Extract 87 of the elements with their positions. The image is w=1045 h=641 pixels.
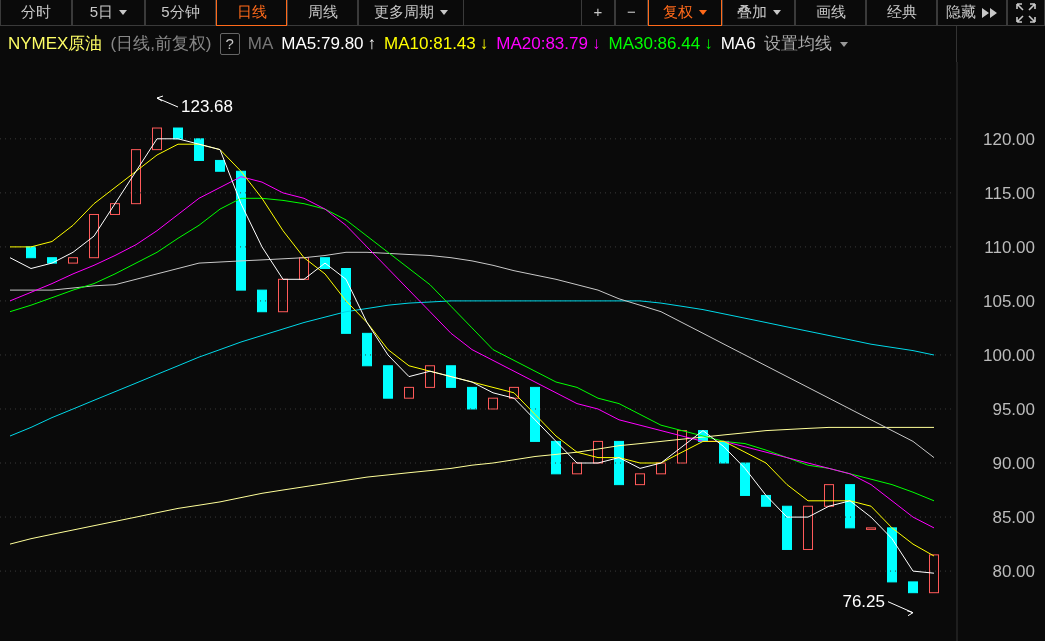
caret-icon	[839, 41, 848, 47]
period-tab[interactable]: 日线	[216, 0, 287, 26]
axis-label: 115.00	[984, 183, 1035, 203]
period-tab[interactable]: 分时	[0, 0, 72, 26]
annotation: 123.68	[181, 97, 233, 117]
candlestick	[320, 257, 330, 269]
candlestick	[740, 462, 750, 496]
chart-title: NYMEX原油	[8, 33, 103, 56]
candlestick	[614, 440, 624, 486]
double-chevron-icon	[982, 7, 998, 18]
ma-settings-dropdown[interactable]: 设置均线	[763, 31, 848, 57]
toolbar-button[interactable]: 复权	[648, 0, 722, 26]
candlestick	[593, 440, 603, 464]
candlestick	[845, 484, 855, 529]
candlestick	[677, 430, 687, 464]
trend-arrow: ↓	[591, 33, 601, 56]
candlestick	[173, 127, 183, 140]
candlestick	[341, 268, 351, 334]
candlestick	[509, 386, 519, 399]
axis-label: 85.00	[992, 508, 1035, 528]
toolbar-button[interactable]: 叠加	[722, 0, 795, 26]
candlestick	[824, 484, 834, 507]
ma-value: MA6	[720, 33, 756, 56]
candlestick	[131, 149, 141, 205]
candlestick	[761, 494, 771, 507]
candlestick	[194, 138, 204, 161]
candlestick	[89, 214, 99, 259]
candlestick	[488, 397, 498, 410]
period-tab[interactable]: 5日	[72, 0, 145, 26]
toolbar-button[interactable]	[1007, 0, 1045, 26]
candlestick	[257, 289, 267, 313]
candlestick	[299, 257, 309, 280]
candlestick	[866, 527, 876, 530]
ma-value: MA20:83.79	[496, 33, 588, 56]
toolbar-button[interactable]: +	[581, 0, 615, 26]
candlestick	[362, 332, 372, 367]
candlestick	[656, 462, 666, 475]
trend-arrow: ↓	[704, 33, 713, 56]
candlestick	[908, 581, 918, 594]
axis-label: 110.00	[984, 237, 1035, 257]
candlestick	[446, 365, 456, 388]
candlestick	[26, 246, 36, 259]
candlestick	[887, 527, 897, 583]
price-annotation: 123.68	[156, 95, 233, 117]
candlestick	[278, 278, 288, 313]
period-tab[interactable]: 更多周期	[358, 0, 464, 26]
toolbar-button[interactable]: 画线	[795, 0, 866, 26]
period-tab[interactable]: 5分钟	[145, 0, 216, 26]
toolbar-button[interactable]: −	[615, 0, 648, 26]
axis-label: 80.00	[992, 562, 1035, 582]
axis-label: 100.00	[983, 345, 1035, 365]
axis-label: 90.00	[992, 454, 1035, 473]
help-button[interactable]: ?	[219, 33, 240, 55]
candlestick	[530, 386, 540, 442]
annotation: 76.25	[842, 591, 885, 611]
candlestick	[467, 386, 477, 410]
candlestick	[572, 462, 582, 475]
candlestick	[404, 386, 414, 399]
candlestick	[68, 257, 78, 264]
candlestick	[551, 440, 561, 475]
ma-value: MA5:79.80	[281, 33, 364, 56]
trend-arrow: ↓	[479, 33, 489, 56]
candlestick	[152, 127, 162, 151]
axis-label: 120.00	[983, 129, 1035, 149]
candlestick	[215, 159, 225, 172]
candlestick	[110, 203, 120, 215]
candlestick	[698, 430, 708, 442]
candlestick	[719, 440, 729, 464]
axis-label: 105.00	[983, 291, 1035, 311]
fullscreen-icon	[1016, 2, 1036, 23]
candlestick	[47, 257, 57, 264]
toolbar-button[interactable]: 经典	[866, 0, 937, 26]
price-annotation: 76.25	[842, 591, 914, 617]
trend-arrow: ↑	[367, 33, 377, 56]
candlestick	[929, 554, 939, 594]
candlestick	[782, 505, 792, 550]
ma-value: MA30:86.44	[608, 33, 701, 56]
indicator-label: MA	[247, 33, 274, 56]
candlestick	[383, 365, 393, 399]
ma-value: MA10:81.43	[384, 33, 476, 56]
axis-label: 95.00	[992, 400, 1035, 419]
candlestick	[425, 365, 435, 388]
toolbar-button[interactable]: 隐藏	[937, 0, 1007, 26]
chart-subtitle: (日线,前复权)	[110, 33, 212, 56]
candlestick	[635, 473, 645, 486]
candlestick	[803, 505, 813, 550]
period-tab[interactable]: 周线	[287, 0, 358, 26]
